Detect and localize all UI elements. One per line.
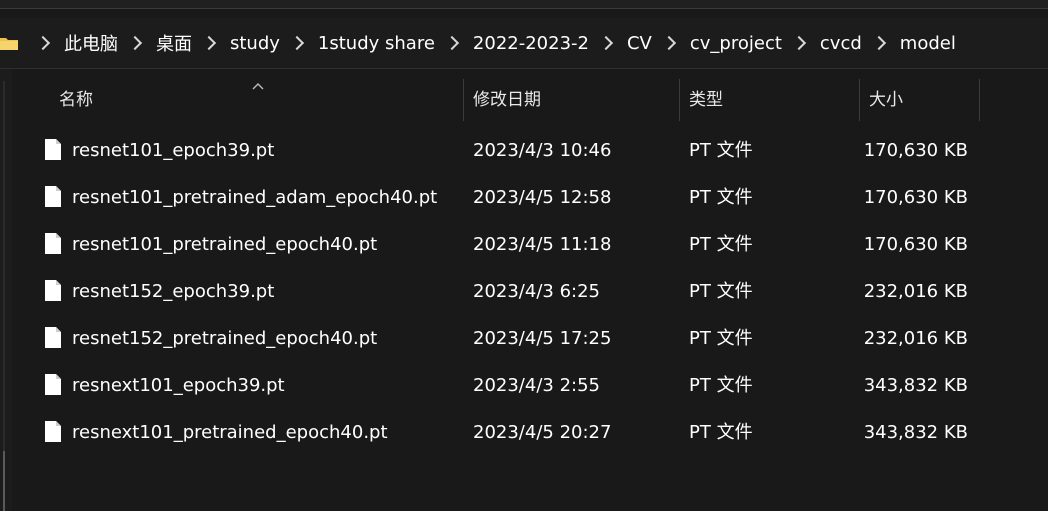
file-date: 2023/4/5 17:25 (473, 328, 612, 349)
file-date: 2023/4/5 20:27 (473, 422, 612, 443)
chevron-right-icon[interactable] (791, 35, 806, 51)
file-size: 232,016 KB (863, 328, 968, 349)
breadcrumb-item[interactable]: CV (623, 33, 656, 54)
navigation-pane-edge (0, 69, 12, 511)
file-row[interactable]: resnet152_pretrained_epoch40.pt 2023/4/5… (12, 315, 1048, 362)
column-header-name[interactable]: 名称 (59, 79, 93, 121)
file-name: resnet101_epoch39.pt (72, 140, 275, 161)
column-header-date[interactable]: 修改日期 (473, 79, 541, 121)
file-date: 2023/4/3 6:25 (473, 281, 600, 302)
file-icon (45, 233, 61, 254)
file-icon (45, 327, 61, 348)
file-name: resnet101_pretrained_adam_epoch40.pt (72, 187, 438, 208)
breadcrumb-item[interactable]: cv_project (686, 33, 786, 54)
chevron-right-icon[interactable] (201, 35, 217, 51)
file-row[interactable]: resnext101_epoch39.pt 2023/4/3 2:55 PT 文… (12, 362, 1048, 409)
file-date: 2023/4/3 2:55 (473, 375, 600, 396)
file-type: PT 文件 (689, 140, 753, 161)
file-row[interactable]: resnet101_pretrained_epoch40.pt 2023/4/5… (12, 221, 1048, 268)
file-date: 2023/4/5 11:18 (473, 234, 612, 255)
chevron-right-icon[interactable] (35, 35, 51, 51)
file-icon (45, 139, 61, 160)
chevron-right-icon[interactable] (598, 35, 614, 51)
file-type: PT 文件 (689, 375, 753, 396)
breadcrumb-item[interactable]: 桌面 (152, 30, 196, 56)
file-size: 170,630 KB (863, 140, 968, 161)
file-size: 343,832 KB (863, 375, 968, 396)
file-date: 2023/4/3 10:46 (473, 140, 612, 161)
file-name: resnet152_pretrained_epoch40.pt (72, 328, 378, 349)
file-explorer-window: 此电脑 桌面 study 1study share 2022-2023-2 CV… (0, 0, 1048, 511)
file-size: 232,016 KB (863, 281, 968, 302)
file-row[interactable]: resnet101_epoch39.pt 2023/4/3 10:46 PT 文… (12, 127, 1048, 174)
file-type: PT 文件 (689, 234, 753, 255)
chevron-right-icon[interactable] (289, 35, 304, 51)
column-header-type[interactable]: 类型 (689, 79, 723, 121)
chevron-right-icon[interactable] (871, 35, 886, 51)
chevron-up-icon (252, 76, 264, 90)
file-type: PT 文件 (689, 422, 753, 443)
file-date: 2023/4/5 12:58 (473, 187, 612, 208)
breadcrumb-item[interactable]: 2022-2023-2 (469, 33, 593, 54)
file-row[interactable]: resnext101_pretrained_epoch40.pt 2023/4/… (12, 409, 1048, 456)
file-type: PT 文件 (689, 187, 753, 208)
file-name: resnet101_pretrained_epoch40.pt (72, 234, 378, 255)
file-name: resnext101_epoch39.pt (72, 375, 285, 396)
folder-icon (0, 34, 18, 50)
chevron-right-icon[interactable] (661, 35, 676, 51)
file-size: 170,630 KB (863, 187, 968, 208)
chevron-right-icon[interactable] (127, 35, 143, 51)
file-type: PT 文件 (689, 281, 753, 302)
file-name: resnext101_pretrained_epoch40.pt (72, 422, 388, 443)
chevron-right-icon[interactable] (444, 35, 459, 51)
breadcrumb-item[interactable]: 此电脑 (60, 30, 122, 56)
file-list: resnet101_epoch39.pt 2023/4/3 10:46 PT 文… (12, 127, 1048, 456)
file-type: PT 文件 (689, 328, 753, 349)
file-row[interactable]: resnet152_epoch39.pt 2023/4/3 6:25 PT 文件… (12, 268, 1048, 315)
breadcrumb-item[interactable]: study (226, 33, 284, 54)
column-divider[interactable] (463, 79, 464, 121)
column-divider[interactable] (859, 79, 860, 121)
scrollbar-track[interactable] (3, 81, 5, 451)
title-strip (0, 0, 1048, 9)
file-size: 170,630 KB (863, 234, 968, 255)
column-header-row: 名称 修改日期 类型 大小 (12, 79, 1048, 121)
breadcrumb-item[interactable]: cvcd (816, 33, 866, 54)
file-icon (45, 280, 61, 301)
file-size: 343,832 KB (863, 422, 968, 443)
address-bar[interactable]: 此电脑 桌面 study 1study share 2022-2023-2 CV… (0, 18, 1048, 69)
column-divider[interactable] (979, 79, 980, 121)
file-row[interactable]: resnet101_pretrained_adam_epoch40.pt 202… (12, 174, 1048, 221)
file-icon (45, 186, 61, 207)
breadcrumb-item[interactable]: 1study share (314, 33, 439, 54)
file-name: resnet152_epoch39.pt (72, 281, 275, 302)
file-icon (45, 421, 61, 442)
column-header-size[interactable]: 大小 (869, 79, 903, 121)
scrollbar-thumb[interactable] (3, 451, 5, 511)
file-icon (45, 374, 61, 395)
breadcrumb-item-current[interactable]: model (896, 33, 960, 54)
column-divider[interactable] (679, 79, 680, 121)
